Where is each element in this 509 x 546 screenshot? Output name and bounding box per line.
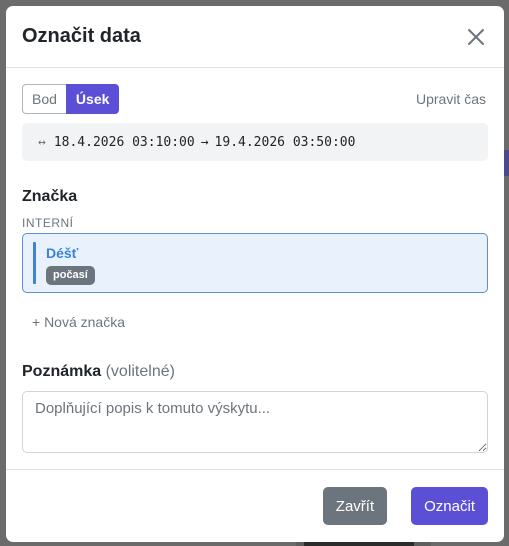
- mark-data-dialog: Označit data Bod Úsek Upravit čas ↔ 18.4…: [6, 6, 504, 542]
- close-icon[interactable]: [464, 25, 488, 49]
- tag-color-bar: [33, 242, 36, 284]
- tag-option-selected[interactable]: Déšť počasí: [22, 233, 488, 293]
- range-start: 18.4.2026 03:10:00: [53, 134, 195, 150]
- note-title: Poznámka: [22, 363, 102, 380]
- mode-row: Bod Úsek Upravit čas: [22, 84, 488, 114]
- new-tag-button[interactable]: + Nová značka: [32, 314, 488, 330]
- edit-time-link[interactable]: Upravit čas: [416, 91, 488, 107]
- tag-category-badge: počasí: [46, 266, 95, 285]
- mode-toggle: Bod Úsek: [22, 84, 120, 114]
- mode-range-button[interactable]: Úsek: [65, 84, 120, 114]
- range-arrow-icon: ↔: [38, 134, 46, 150]
- note-label: Poznámka (volitelné): [22, 363, 488, 381]
- note-textarea[interactable]: [22, 391, 488, 453]
- tag-name: Déšť: [46, 245, 79, 261]
- mode-point-button[interactable]: Bod: [22, 84, 66, 114]
- time-range-display: ↔ 18.4.2026 03:10:00 → 19.4.2026 03:50:0…: [22, 123, 488, 161]
- note-optional-hint: (volitelné): [105, 363, 175, 380]
- dialog-footer: Zavřít Označit: [6, 469, 504, 542]
- submit-button[interactable]: Označit: [411, 487, 488, 525]
- dialog-title: Označit data: [22, 25, 141, 47]
- range-end: 19.4.2026 03:50:00: [214, 134, 356, 150]
- range-separator: →: [200, 134, 209, 150]
- dialog-body: Bod Úsek Upravit čas ↔ 18.4.2026 03:10:0…: [6, 68, 504, 453]
- tag-group-label: INTERNÍ: [22, 216, 74, 230]
- tag-section-title: Značka: [22, 188, 78, 205]
- dialog-header: Označit data: [6, 6, 504, 68]
- cancel-button[interactable]: Zavřít: [322, 487, 388, 525]
